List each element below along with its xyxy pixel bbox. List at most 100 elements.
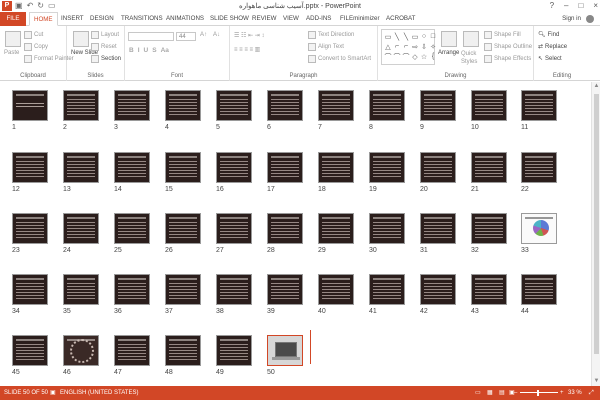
tab-animations[interactable]: ANIMATIONS xyxy=(166,12,204,26)
shape-icon[interactable]: ▭ xyxy=(411,32,419,41)
slide-thumbnail[interactable] xyxy=(369,274,405,305)
slide-thumbnail[interactable] xyxy=(318,213,354,244)
shape-icon[interactable]: ⌐ xyxy=(402,42,410,51)
slide-thumbnail[interactable] xyxy=(216,90,252,121)
replace-button[interactable]: ⇄ Replace xyxy=(538,43,567,51)
section-button[interactable]: Section xyxy=(91,55,121,63)
quick-styles-button[interactable]: Quick Styles xyxy=(461,50,481,66)
shape-outline-button[interactable]: Shape Outline xyxy=(484,43,532,51)
arrange-button[interactable]: Arrange xyxy=(438,50,459,56)
slide-thumbnail[interactable] xyxy=(216,213,252,244)
slide-thumbnail[interactable] xyxy=(165,213,201,244)
tab-review[interactable]: REVIEW xyxy=(252,12,276,26)
slide-thumbnail[interactable] xyxy=(267,152,303,183)
find-button[interactable]: 🔍︎ Find xyxy=(538,31,559,39)
shape-icon[interactable]: ╲ xyxy=(402,32,410,41)
slide-thumbnail[interactable] xyxy=(267,90,303,121)
slide-thumbnail[interactable] xyxy=(420,274,456,305)
tab-transitions[interactable]: TRANSITIONS xyxy=(121,12,163,26)
slide-thumbnail[interactable] xyxy=(521,90,557,121)
zoom-slider-thumb[interactable] xyxy=(537,390,539,396)
slide-thumbnail[interactable] xyxy=(216,274,252,305)
slide-thumbnail[interactable] xyxy=(420,152,456,183)
slide-thumbnail[interactable] xyxy=(318,152,354,183)
slide-thumbnail[interactable] xyxy=(318,90,354,121)
slide-thumbnail[interactable] xyxy=(521,274,557,305)
shape-icon[interactable]: ⇨ xyxy=(411,42,419,51)
italic-button[interactable]: I xyxy=(138,47,140,54)
font-size-combo[interactable]: 44 xyxy=(176,32,196,41)
spell-check-icon[interactable]: ▣ xyxy=(50,386,56,400)
align-icons[interactable]: ≡ ≡ ≡ ≡ ▥ xyxy=(234,46,260,53)
slide-thumbnail[interactable] xyxy=(267,335,303,366)
slide-thumbnail[interactable] xyxy=(165,90,201,121)
slide-thumbnail[interactable] xyxy=(521,152,557,183)
scroll-down-icon[interactable]: ▼ xyxy=(592,377,600,386)
convert-smartart-button[interactable]: Convert to SmartArt xyxy=(308,55,371,63)
slide-thumbnail[interactable] xyxy=(420,213,456,244)
shape-icon[interactable]: ╲ xyxy=(393,32,401,41)
sign-in[interactable]: Sign in xyxy=(562,12,594,26)
new-slide-icon[interactable] xyxy=(73,31,89,47)
maximize-button[interactable]: □ xyxy=(578,0,583,12)
tab-view[interactable]: VIEW xyxy=(283,12,299,26)
slide-thumbnail[interactable] xyxy=(267,213,303,244)
bullets-icon[interactable]: ☰ ☷ ⇤ ⇥ ↕ xyxy=(234,32,264,39)
slide-thumbnail[interactable] xyxy=(471,152,507,183)
select-button[interactable]: ↖ Select xyxy=(538,55,562,63)
strikethrough-button[interactable]: S xyxy=(152,47,156,54)
minimize-button[interactable]: – xyxy=(564,0,568,12)
shape-icon[interactable]: △ xyxy=(384,42,392,51)
slide-sorter[interactable]: 1 2 3 4 5 6 7 8 9 10 11 12 13 14 15 16 17 18 19 20 21 22 23 24 2… xyxy=(0,82,600,386)
shape-icon[interactable]: ☆ xyxy=(420,52,428,61)
language[interactable]: ENGLISH (UNITED STATES) xyxy=(60,386,138,400)
slide-thumbnail[interactable] xyxy=(165,274,201,305)
normal-view-icon[interactable]: ▭ xyxy=(475,386,481,400)
tab-design[interactable]: DESIGN xyxy=(90,12,114,26)
scroll-up-icon[interactable]: ▲ xyxy=(592,82,600,91)
slide-sorter-view-icon[interactable]: ▦ xyxy=(487,386,493,400)
change-case-button[interactable]: Aa xyxy=(161,47,169,54)
tab-slide-show[interactable]: SLIDE SHOW xyxy=(210,12,249,26)
slide-thumbnail[interactable] xyxy=(114,335,150,366)
text-direction-button[interactable]: Text Direction xyxy=(308,31,354,39)
slide-thumbnail[interactable] xyxy=(471,213,507,244)
slide-thumbnail[interactable] xyxy=(63,274,99,305)
tab-file[interactable]: FILE xyxy=(0,12,26,26)
slide-thumbnail[interactable] xyxy=(318,274,354,305)
bold-button[interactable]: B xyxy=(129,47,134,54)
tab-home[interactable]: HOME xyxy=(29,12,58,26)
shape-icon[interactable]: ✧ xyxy=(429,42,437,51)
cut-button[interactable]: Cut xyxy=(24,31,43,39)
slide-thumbnail[interactable] xyxy=(12,213,48,244)
zoom-in-button[interactable]: + xyxy=(560,386,564,400)
slide-thumbnail[interactable] xyxy=(114,213,150,244)
shape-effects-button[interactable]: Shape Effects xyxy=(484,55,531,63)
slide-thumbnail[interactable] xyxy=(12,152,48,183)
reading-view-icon[interactable]: ▤ xyxy=(499,386,505,400)
slide-thumbnail[interactable] xyxy=(216,152,252,183)
shapes-gallery[interactable]: ▭ ╲ ╲ ▭ ○ □ △ ⌐ ⌐ ⇨ ⇩ ✧ ⌒ ⌒ ⌒ ◇ ☆{ xyxy=(381,29,437,65)
slide-thumbnail[interactable] xyxy=(369,152,405,183)
fit-slide-icon[interactable]: ⤢ xyxy=(589,386,594,400)
shape-icon[interactable]: ⌒ xyxy=(384,52,392,61)
shape-icon[interactable]: ⌒ xyxy=(402,52,410,61)
shape-icon[interactable]: ◇ xyxy=(411,52,419,61)
shape-fill-button[interactable]: Shape Fill xyxy=(484,31,521,39)
avatar[interactable] xyxy=(586,15,594,23)
zoom-level[interactable]: 33 % xyxy=(568,386,582,400)
tab-insert[interactable]: INSERT xyxy=(61,12,84,26)
layout-button[interactable]: Layout xyxy=(91,31,119,39)
paste-icon[interactable] xyxy=(5,31,21,47)
close-button[interactable]: × xyxy=(593,0,598,12)
help-button[interactable]: ? xyxy=(550,0,554,12)
slide-thumbnail[interactable] xyxy=(165,152,201,183)
slide-thumbnail[interactable] xyxy=(114,152,150,183)
slide-thumbnail[interactable] xyxy=(369,213,405,244)
arrange-icon[interactable] xyxy=(441,31,457,47)
underline-button[interactable]: U xyxy=(144,47,149,54)
slide-thumbnail[interactable] xyxy=(471,90,507,121)
slide-thumbnail[interactable] xyxy=(12,90,48,121)
slide-thumbnail[interactable] xyxy=(63,335,99,366)
shape-icon[interactable]: { xyxy=(429,52,437,61)
